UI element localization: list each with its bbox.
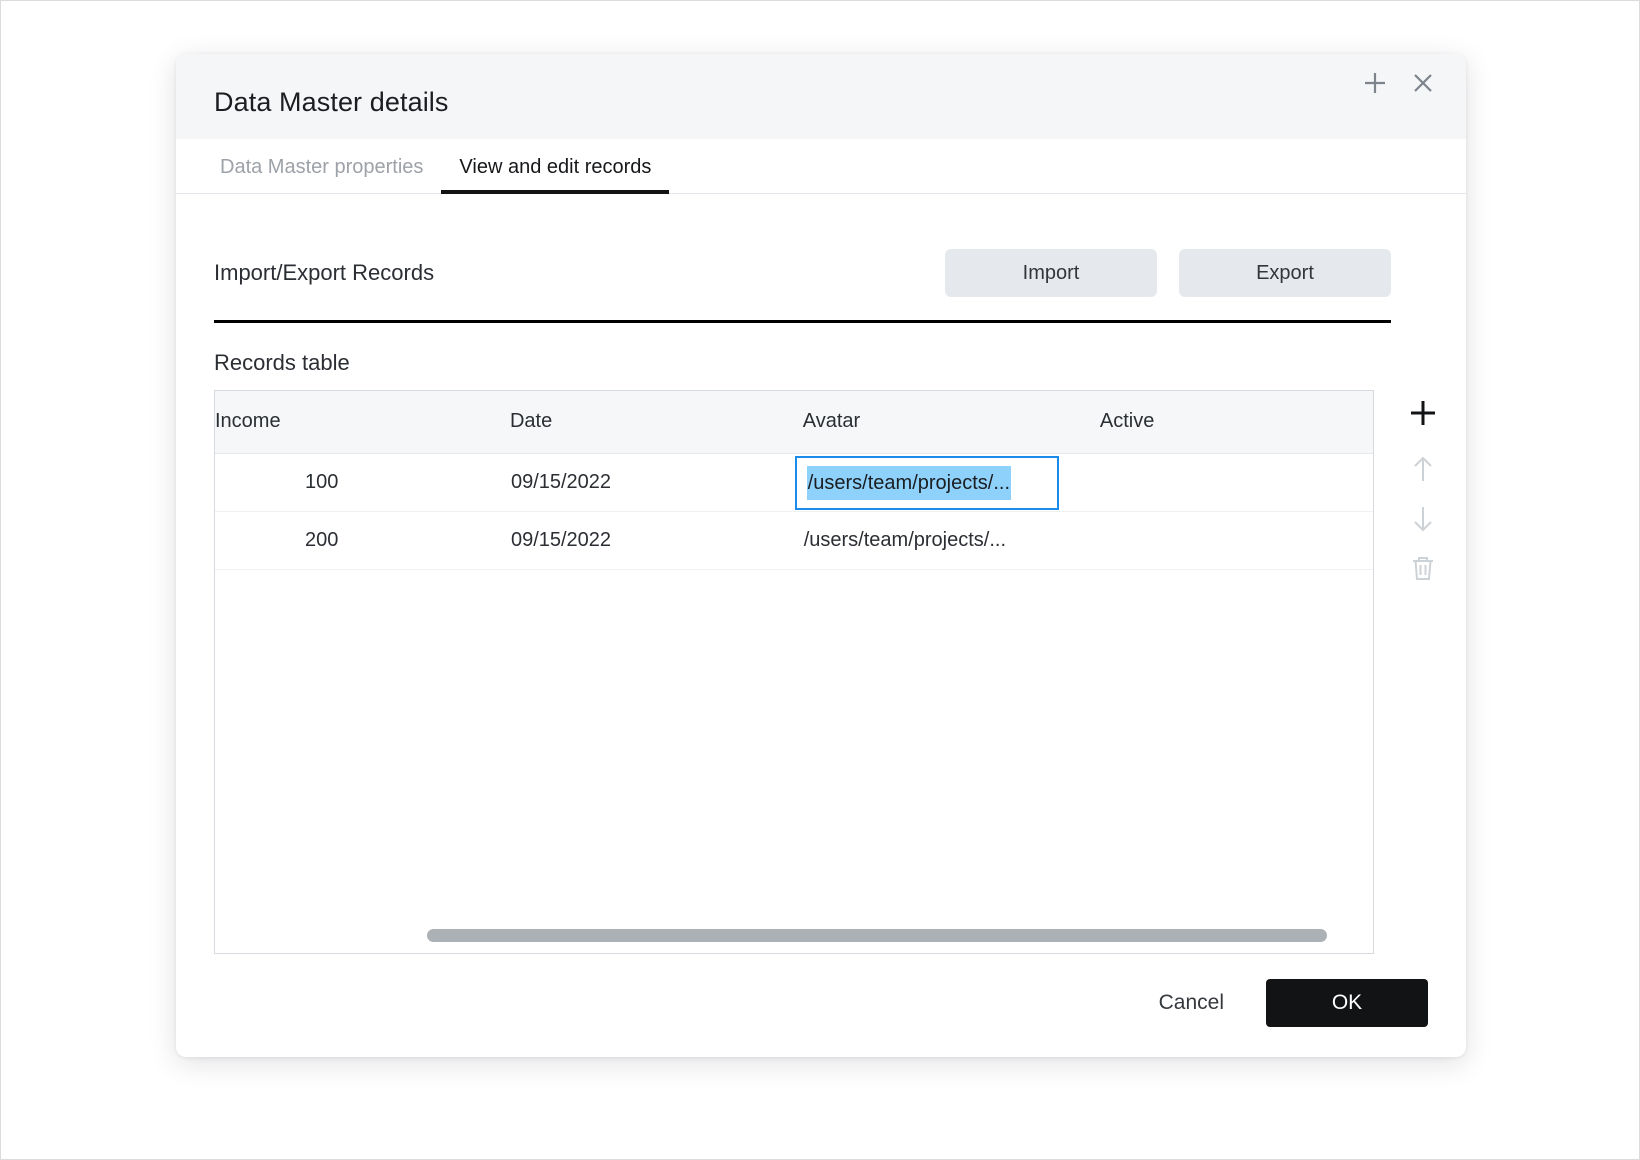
close-icon[interactable] <box>1408 68 1438 98</box>
app-background: Data Master details Data Master properti… <box>0 0 1640 1160</box>
tab-view-and-edit-records[interactable]: View and edit records <box>441 156 670 194</box>
column-header-date[interactable]: Date <box>509 391 803 454</box>
add-icon[interactable] <box>1360 68 1390 98</box>
dialog-footer: Cancel OK <box>214 975 1428 1031</box>
import-export-label: Import/Export Records <box>214 260 435 285</box>
cell-avatar-value: /users/team/projects/... <box>806 465 1012 500</box>
ok-button[interactable]: OK <box>1266 979 1428 1027</box>
move-down-icon[interactable] <box>1400 496 1446 542</box>
cancel-button[interactable]: Cancel <box>1137 981 1246 1025</box>
move-up-icon[interactable] <box>1400 446 1446 492</box>
dialog-body: Import/Export Records Import Export Reco… <box>176 194 1466 1057</box>
add-row-icon[interactable] <box>1400 390 1446 436</box>
cell-editor[interactable]: /users/team/projects/... <box>794 455 1059 510</box>
scrollbar-thumb[interactable] <box>427 929 1327 942</box>
import-export-row: Import/Export Records Import Export <box>214 244 1391 302</box>
cell-date[interactable]: 09/15/2022 <box>509 453 803 512</box>
import-button[interactable]: Import <box>945 249 1157 297</box>
cell-income[interactable]: 100 <box>215 453 510 512</box>
cell-income[interactable]: 200 <box>215 511 510 570</box>
page-title: Data Master details <box>214 87 449 117</box>
dialog-header: Data Master details <box>176 54 1466 139</box>
data-master-dialog: Data Master details Data Master properti… <box>176 54 1466 1057</box>
table-toolbar <box>1394 390 1452 592</box>
tab-data-master-properties[interactable]: Data Master properties <box>202 156 441 193</box>
cell-active[interactable] <box>1099 511 1373 570</box>
cell-date[interactable]: 09/15/2022 <box>509 511 803 570</box>
import-export-buttons: Import Export <box>945 249 1391 297</box>
records-table-label: Records table <box>214 350 350 375</box>
tab-bar: Data Master properties View and edit rec… <box>176 139 1466 194</box>
records-table-grid: Income Date Avatar Active 100 09/15/2022 <box>215 391 1373 570</box>
column-header-income[interactable]: Income <box>215 391 510 454</box>
horizontal-scrollbar[interactable] <box>215 929 1373 943</box>
records-table: Income Date Avatar Active 100 09/15/2022 <box>214 390 1374 954</box>
cell-avatar-selected[interactable]: /users/team/projects/... <box>794 453 1100 512</box>
delete-row-icon[interactable] <box>1400 546 1446 592</box>
table-row[interactable]: 100 09/15/2022 /users/team/projects/... <box>215 453 1373 512</box>
section-divider <box>214 320 1391 323</box>
table-header-row: Income Date Avatar Active <box>215 391 1373 454</box>
export-button[interactable]: Export <box>1179 249 1391 297</box>
header-icon-group <box>1360 68 1438 98</box>
table-row[interactable]: 200 09/15/2022 /users/team/projects/... <box>215 511 1373 570</box>
cell-active[interactable] <box>1099 453 1373 512</box>
column-header-avatar[interactable]: Avatar <box>802 391 1100 454</box>
column-header-active[interactable]: Active <box>1099 391 1373 454</box>
cell-avatar[interactable]: /users/team/projects/... <box>802 511 1100 570</box>
